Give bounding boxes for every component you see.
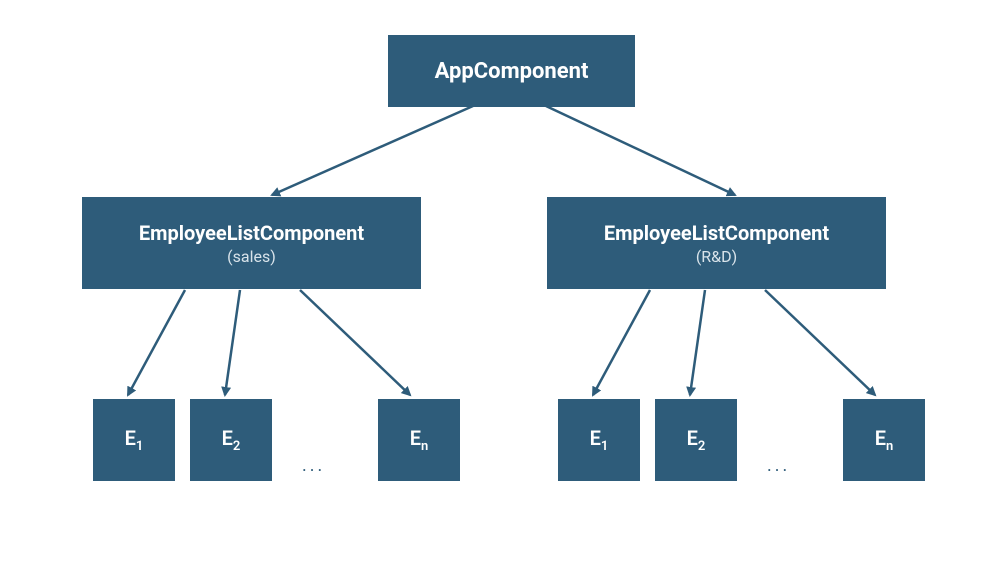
node-app-component: AppComponent bbox=[388, 35, 635, 107]
node-leaf-rd-en: En bbox=[843, 399, 925, 481]
node-employee-list-rd-title: EmployeeListComponent bbox=[604, 221, 829, 245]
node-employee-list-sales-subtitle: (sales) bbox=[227, 247, 276, 266]
node-app-component-title: AppComponent bbox=[435, 59, 589, 84]
ellipsis-rd: ... bbox=[767, 455, 790, 476]
node-leaf-sales-e1-label: E1 bbox=[125, 426, 144, 454]
ellipsis-sales: ... bbox=[302, 455, 325, 476]
node-employee-list-rd-subtitle: (R&D) bbox=[696, 247, 737, 266]
node-leaf-rd-en-label: En bbox=[875, 426, 894, 454]
node-leaf-rd-e2-label: E2 bbox=[687, 426, 706, 454]
node-leaf-rd-e1: E1 bbox=[558, 399, 640, 481]
node-leaf-rd-e1-label: E1 bbox=[590, 426, 609, 454]
node-employee-list-rd: EmployeeListComponent (R&D) bbox=[547, 197, 886, 289]
node-leaf-sales-e1: E1 bbox=[93, 399, 175, 481]
node-employee-list-sales: EmployeeListComponent (sales) bbox=[82, 197, 421, 289]
node-leaf-sales-en-label: En bbox=[410, 426, 429, 454]
node-leaf-sales-en: En bbox=[378, 399, 460, 481]
node-leaf-sales-e2: E2 bbox=[190, 399, 272, 481]
node-employee-list-sales-title: EmployeeListComponent bbox=[139, 221, 364, 245]
node-leaf-rd-e2: E2 bbox=[655, 399, 737, 481]
node-leaf-sales-e2-label: E2 bbox=[222, 426, 241, 454]
